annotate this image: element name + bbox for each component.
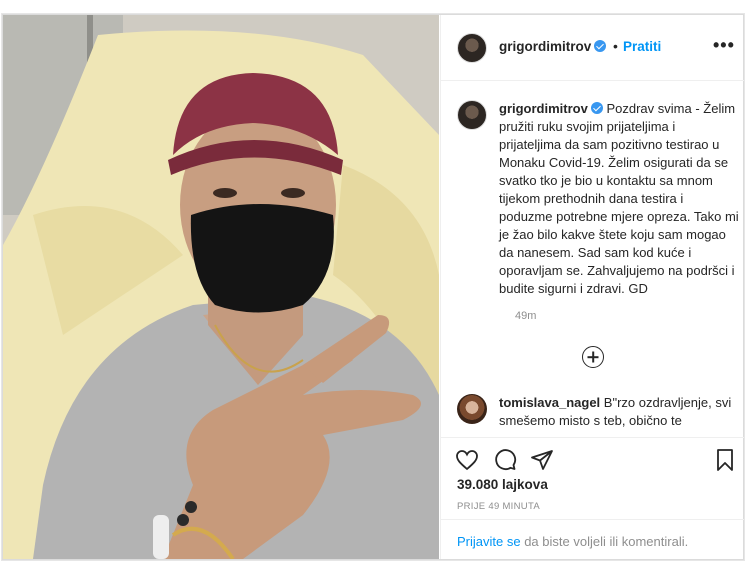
verified-badge-icon <box>594 40 607 52</box>
share-icon[interactable] <box>530 448 554 472</box>
commenter-avatar[interactable] <box>457 394 487 424</box>
post-dialog: grigordimitrov • Pratiti ••• grigordimit… <box>2 14 744 560</box>
selfie-image <box>3 15 439 559</box>
author-avatar[interactable] <box>457 33 487 63</box>
comment-icon[interactable] <box>493 448 517 472</box>
author-username-text[interactable]: grigordimitrov <box>499 39 591 54</box>
author-username[interactable]: grigordimitrov <box>499 39 607 54</box>
post-actions <box>441 437 744 477</box>
posted-time[interactable]: PRIJE 49 MINUTA <box>457 501 540 512</box>
follow-button[interactable]: Pratiti <box>623 39 661 54</box>
caption-username[interactable]: grigordimitrov <box>499 101 588 116</box>
likes-count[interactable]: 39.080 lajkova <box>457 477 548 492</box>
heart-icon[interactable] <box>455 448 479 472</box>
separator-dot: • <box>613 38 618 54</box>
commenter-username[interactable]: tomislava_nagel <box>499 395 600 410</box>
caption-timestamp[interactable]: 49m <box>515 310 536 322</box>
login-prompt-rest: da biste voljeli ili komentirali. <box>520 534 689 549</box>
post-side-panel: grigordimitrov • Pratiti ••• grigordimit… <box>440 15 744 559</box>
comment-text: tomislava_nagel B"rzo ozdravljenje, svi … <box>499 394 737 430</box>
login-prompt-text: Prijavite se da biste voljeli ili koment… <box>457 534 688 549</box>
comments-area[interactable]: grigordimitrov Pozdrav svima - Želim pru… <box>441 82 744 437</box>
plus-circle-icon[interactable] <box>582 346 604 368</box>
login-link[interactable]: Prijavite se <box>457 534 521 549</box>
post-photo[interactable] <box>3 15 439 559</box>
caption-text: grigordimitrov Pozdrav svima - Želim pru… <box>499 100 739 298</box>
login-prompt: Prijavite se da biste voljeli ili koment… <box>441 519 744 559</box>
post-header: grigordimitrov • Pratiti ••• <box>441 15 744 81</box>
verified-badge-icon <box>590 102 603 114</box>
bookmark-icon[interactable] <box>713 448 737 472</box>
more-options-icon[interactable]: ••• <box>713 35 735 56</box>
caption-body: Pozdrav svima - Želim pružiti ruku svoji… <box>499 101 739 296</box>
caption-avatar[interactable] <box>457 100 487 130</box>
